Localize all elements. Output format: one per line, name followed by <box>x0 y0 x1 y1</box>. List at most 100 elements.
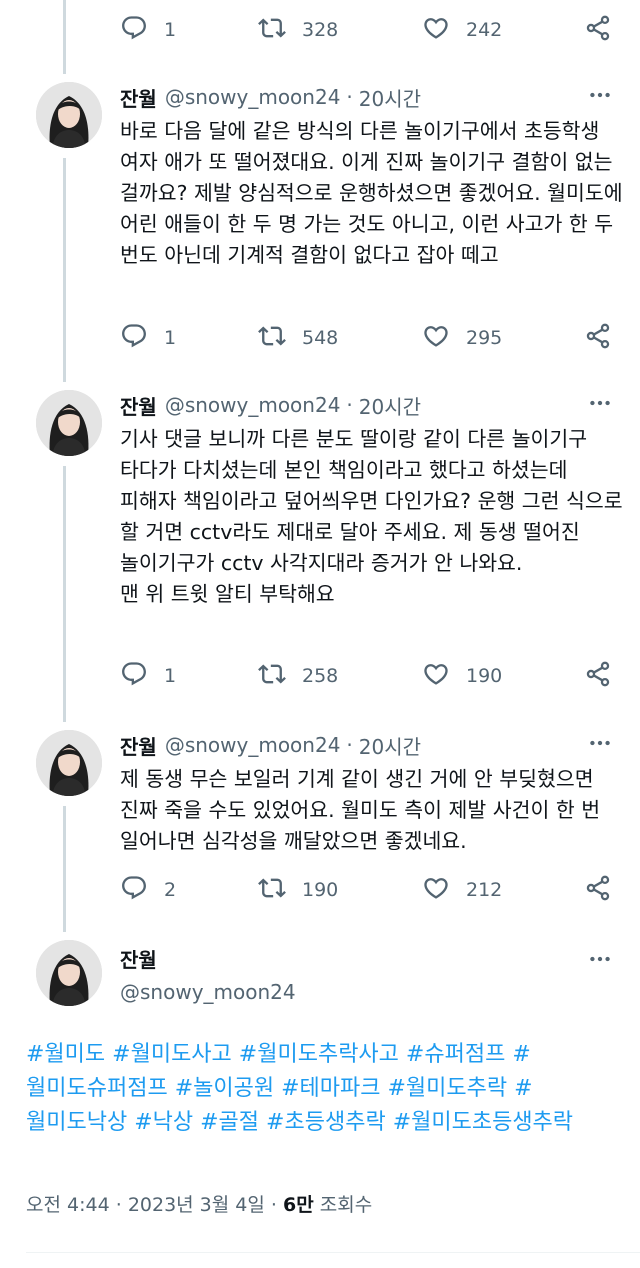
like-button[interactable]: 295 <box>422 318 502 358</box>
timestamp[interactable]: 20시간 <box>359 391 421 420</box>
hashtag-link[interactable]: #월미도 <box>26 1042 105 1067</box>
share-icon <box>584 322 612 355</box>
retweet-icon <box>258 874 286 907</box>
separator: · <box>270 1194 284 1216</box>
separator: · <box>115 1194 128 1216</box>
like-count: 190 <box>466 665 503 687</box>
view-count: 6만 <box>283 1194 314 1216</box>
reply-icon <box>120 14 148 47</box>
share-button[interactable] <box>584 870 612 910</box>
view-label: 조회수 <box>319 1194 373 1216</box>
reply-count: 1 <box>164 19 177 41</box>
tweet-actions: 1 258 190 <box>120 656 620 696</box>
reply-count: 1 <box>164 665 177 687</box>
tweet-header: 잔월 @snowy_moon24 · 20시간 <box>120 80 421 114</box>
reply-icon <box>120 322 148 355</box>
separator: · <box>346 85 353 109</box>
display-name[interactable]: 잔월 <box>120 83 157 112</box>
tweet-text: 바로 다음 달에 같은 방식의 다른 놀이기구에서 초등학생 여자 애가 또 떨… <box>120 119 630 267</box>
like-count: 242 <box>466 19 503 41</box>
share-button[interactable] <box>584 656 612 696</box>
display-name[interactable]: 잔월 <box>120 731 157 760</box>
hashtag-link[interactable]: #테마파크 <box>281 1076 380 1101</box>
reply-button[interactable]: 1 <box>120 10 176 50</box>
heart-icon <box>422 660 450 693</box>
reply-icon <box>120 660 148 693</box>
user-handle[interactable]: @snowy_moon24 <box>165 85 341 109</box>
timestamp[interactable]: 20시간 <box>359 83 421 112</box>
reply-button[interactable]: 1 <box>120 318 176 358</box>
retweet-icon <box>258 14 286 47</box>
separator: · <box>346 393 353 417</box>
retweet-icon <box>258 322 286 355</box>
tweet-header: 잔월 @snowy_moon24 · 20시간 <box>120 388 421 422</box>
divider <box>26 1252 640 1253</box>
hashtag-link[interactable]: #월미도추락 <box>388 1076 508 1101</box>
share-icon <box>584 660 612 693</box>
retweet-count: 548 <box>302 327 339 349</box>
retweet-count: 258 <box>302 665 339 687</box>
separator: · <box>346 733 353 757</box>
avatar[interactable] <box>36 730 102 796</box>
tweet-actions: 2 190 212 <box>120 870 620 910</box>
more-icon <box>587 390 613 420</box>
retweet-icon <box>258 660 286 693</box>
user-handle[interactable]: @snowy_moon24 <box>165 393 341 417</box>
more-icon <box>587 946 613 976</box>
hashtag-link[interactable]: #낙상 <box>134 1110 193 1135</box>
user-handle[interactable]: @snowy_moon24 <box>120 980 296 1004</box>
share-icon <box>584 874 612 907</box>
tweet-meta: 오전 4:44 · 2023년 3월 4일 · 6만 조회수 <box>26 1190 372 1217</box>
display-name[interactable]: 잔월 <box>120 944 157 973</box>
thread-tweet[interactable]: 잔월 @snowy_moon24 · 20시간 바로 다음 달에 같은 방식의 … <box>0 80 640 380</box>
tweet-header: 잔월 @snowy_moon24 · 20시간 <box>120 728 421 762</box>
like-button[interactable]: 242 <box>422 10 502 50</box>
retweet-button[interactable]: 258 <box>258 656 338 696</box>
share-button[interactable] <box>584 10 612 50</box>
share-button[interactable] <box>584 318 612 358</box>
like-button[interactable]: 212 <box>422 870 502 910</box>
avatar[interactable] <box>36 390 102 456</box>
tweet-actions: 1 548 295 <box>120 318 620 358</box>
retweet-button[interactable]: 548 <box>258 318 338 358</box>
tweet-text: 제 동생 무슨 보일러 기계 같이 생긴 거에 안 부딪혔으면 진짜 죽을 수도… <box>120 767 607 853</box>
tweet-actions: 1 328 242 <box>120 10 620 50</box>
more-button[interactable] <box>586 944 614 978</box>
retweet-button[interactable]: 328 <box>258 10 338 50</box>
heart-icon <box>422 874 450 907</box>
share-icon <box>584 14 612 47</box>
reply-button[interactable]: 2 <box>120 870 176 910</box>
avatar[interactable] <box>36 940 102 1006</box>
reply-count: 1 <box>164 327 177 349</box>
hashtag-link[interactable]: #놀이공원 <box>175 1076 274 1101</box>
more-icon <box>587 730 613 760</box>
tweet-text: 기사 댓글 보니까 다른 분도 딸이랑 같이 다른 놀이기구 타다가 다치셨는데… <box>120 427 623 606</box>
like-button[interactable]: 190 <box>422 656 502 696</box>
user-handle[interactable]: @snowy_moon24 <box>165 733 341 757</box>
hashtag-link[interactable]: #월미도사고 <box>112 1042 232 1067</box>
more-button[interactable] <box>586 388 614 422</box>
reply-icon <box>120 874 148 907</box>
hashtag-link[interactable]: #초등생추락 <box>266 1110 386 1135</box>
hashtag-link[interactable]: #골절 <box>200 1110 259 1135</box>
heart-icon <box>422 322 450 355</box>
thread-tweet[interactable]: 잔월 @snowy_moon24 · 20시간 제 동생 무슨 보일러 기계 같… <box>0 728 640 918</box>
post-time[interactable]: 오전 4:44 <box>26 1194 110 1216</box>
hashtag-link[interactable]: #슈퍼점프 <box>406 1042 505 1067</box>
like-count: 295 <box>466 327 503 349</box>
timestamp[interactable]: 20시간 <box>359 731 421 760</box>
hashtag-link[interactable]: #월미도초등생추락 <box>393 1110 573 1135</box>
retweet-count: 190 <box>302 879 339 901</box>
post-date[interactable]: 2023년 3월 4일 <box>128 1194 265 1216</box>
heart-icon <box>422 14 450 47</box>
display-name[interactable]: 잔월 <box>120 391 157 420</box>
thread-line <box>63 0 66 74</box>
more-button[interactable] <box>586 728 614 762</box>
hashtag-link[interactable]: #월미도추락사고 <box>239 1042 399 1067</box>
retweet-button[interactable]: 190 <box>258 870 338 910</box>
like-count: 212 <box>466 879 503 901</box>
more-button[interactable] <box>586 80 614 114</box>
reply-button[interactable]: 1 <box>120 656 176 696</box>
thread-tweet[interactable]: 잔월 @snowy_moon24 · 20시간 기사 댓글 보니까 다른 분도 … <box>0 388 640 718</box>
avatar[interactable] <box>36 82 102 148</box>
